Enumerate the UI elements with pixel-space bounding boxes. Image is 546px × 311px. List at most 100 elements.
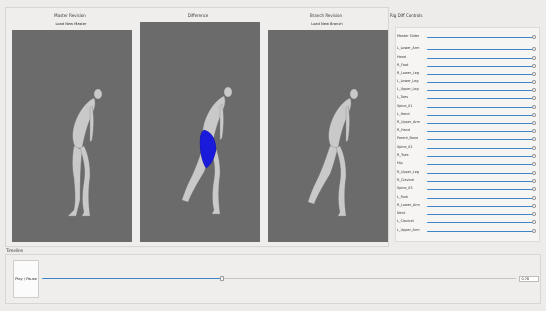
rig-slider-track[interactable] [427,230,533,232]
rig-slider-row: Head [397,54,537,62]
difference-title: Difference [187,13,209,18]
rig-slider-handle[interactable] [531,34,536,40]
rig-slider-row: Spine_03 [397,185,537,193]
rig-slider-label: L_Foot [397,195,408,199]
rig-slider-track[interactable] [427,155,533,157]
rig-slider-row: R_Upper_Arm [397,119,537,127]
rig-slider-track[interactable] [427,197,533,199]
master-viewport[interactable] [12,30,132,242]
head [93,88,103,100]
rig-slider-handle[interactable] [531,153,536,159]
rig-slider-label: L_Upper_Leg [397,87,419,91]
rig-slider-label: Neck [397,211,406,215]
rig-slider-track[interactable] [427,106,533,108]
rig-slider-track[interactable] [427,97,533,99]
load-new-master-button[interactable]: Load New Master [12,21,130,28]
rig-slider-track[interactable] [427,172,533,174]
rig-slider-track[interactable] [427,48,533,50]
master-figure [67,88,103,217]
rig-slider-row: Master Slider [397,33,537,41]
branch-viewport[interactable] [268,30,388,242]
rig-slider-handle[interactable] [531,104,536,110]
rig-slider-row: Spine_02 [397,144,537,152]
rig-slider-track[interactable] [427,213,533,215]
rig-slider-track[interactable] [427,147,533,149]
timeline-value-field[interactable]: 0.78 [519,276,539,282]
rig-slider-row: L_Clavicel [397,218,537,226]
difference-viewport[interactable] [140,22,260,242]
rig-slider-handle[interactable] [531,145,536,151]
master-revision-title: Master Revision [54,13,86,18]
rig-slider-track[interactable] [427,138,533,140]
rig-slider-handle[interactable] [531,128,536,134]
rig-slider-label: Spine_01 [397,104,413,108]
rig-slider-row: L_Toes [397,94,537,102]
rig-slider-track[interactable] [427,89,533,91]
rig-slider-track[interactable] [427,65,533,67]
rig-slider-label: R_Upper_Leg [397,170,420,174]
rig-slider-handle[interactable] [531,87,536,93]
rig-slider-handle[interactable] [531,195,536,201]
rig-slider-row: L_Foot [397,194,537,202]
rig-slider-label: R_Upper_Arm [397,120,420,124]
rig-slider-label: Spine_02 [397,145,413,149]
rig-slider-handle[interactable] [531,186,536,192]
rig-slider-handle[interactable] [531,136,536,142]
load-new-branch-button[interactable]: Load New Branch [268,21,386,28]
rig-slider-track[interactable] [427,36,533,38]
rig-slider-track[interactable] [427,130,533,132]
rig-slider-row: Hip [397,160,537,168]
rig-slider-label: Spine_03 [397,186,413,190]
play-pause-button[interactable]: Play / Pause [13,260,39,298]
rig-slider-row: L_Upper_Arm [397,227,537,235]
rig-slider-row: R_Upper_Leg [397,169,537,177]
rig-slider-label: Head [397,55,406,59]
rig-slider-row: R_Lower_Arm [397,202,537,210]
rig-slider-row: Spine_01 [397,103,537,111]
rig-diff-controls-title: Rig Diff Controls [390,13,423,18]
rig-slider-row: R_Foot [397,62,537,70]
rig-slider-handle[interactable] [531,63,536,69]
rig-slider-label: L_Upper_Arm [397,228,420,232]
rig-slider-label: R_Hand [397,128,410,132]
rig-slider-label: R_Lower_Leg [397,71,419,75]
rig-slider-label: L_Clavicel [397,219,414,223]
rig-slider-track[interactable] [427,180,533,182]
rig-slider-label: R_Toes [397,153,409,157]
branch-figure [307,88,359,217]
rig-slider-handle[interactable] [531,120,536,126]
rig-slider-handle[interactable] [531,178,536,184]
rig-slider-track[interactable] [427,221,533,223]
rig-slider-track[interactable] [427,188,533,190]
rig-slider-label: L_Lower_Leg [397,79,419,83]
rig-slider-label: L_Toes [397,95,409,99]
rig-slider-handle[interactable] [531,228,536,234]
rig-slider-track[interactable] [427,114,533,116]
rig-slider-track[interactable] [427,163,533,165]
rig-slider-handle[interactable] [531,46,536,52]
rig-slider-track[interactable] [427,81,533,83]
difference-figure [181,86,233,215]
rig-slider-track[interactable] [427,73,533,75]
timeline-title: Timeline [6,248,24,253]
rig-slider-handle[interactable] [531,170,536,176]
rig-slider-track[interactable] [427,57,533,59]
rig-slider-label: L_Lower_Arm [397,46,420,50]
rig-slider-handle[interactable] [531,95,536,101]
timeline-slider-handle[interactable] [220,276,225,281]
rig-slider-handle[interactable] [531,112,536,118]
rig-slider-handle[interactable] [531,71,536,77]
rig-slider-handle[interactable] [531,79,536,85]
rig-slider-label: Parent_Bone [397,136,419,140]
rig-slider-track[interactable] [427,205,533,207]
rig-slider-handle[interactable] [531,219,536,225]
rig-slider-handle[interactable] [531,211,536,217]
rig-slider-label: L_Hand [397,112,410,116]
rig-slider-row: L_Upper_Leg [397,86,537,94]
rig-slider-handle[interactable] [531,161,536,167]
rig-slider-handle[interactable] [531,55,536,61]
rig-slider-row: R_Clavicel [397,177,537,185]
rig-slider-row: R_Toes [397,152,537,160]
rig-slider-track[interactable] [427,122,533,124]
rig-slider-handle[interactable] [531,203,536,209]
